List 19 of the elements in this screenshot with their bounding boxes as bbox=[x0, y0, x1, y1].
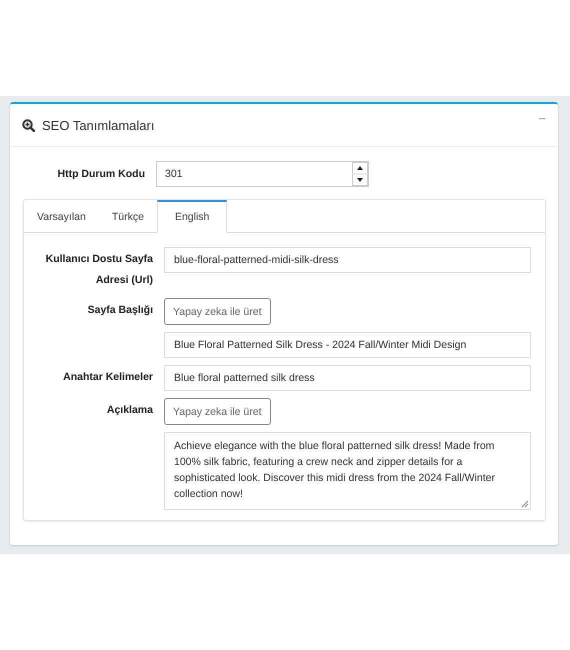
spinner-arrows-icon[interactable] bbox=[352, 162, 368, 186]
field-label: Açıklama bbox=[106, 403, 153, 418]
resize-handle-icon[interactable] bbox=[521, 500, 529, 508]
text-field[interactable]: blue-floral-patterned-midi-silk-dress bbox=[164, 247, 531, 273]
panel-title: SEO Tanımlamaları bbox=[42, 118, 156, 132]
field-label: Http Durum Kodu bbox=[56, 168, 145, 180]
field-label: Kullanıcı Dostu Sayfa Adresi (Url) bbox=[44, 252, 153, 288]
tab[interactable]: Türkçe bbox=[98, 200, 157, 233]
text-field[interactable]: Blue Floral Patterned Silk Dress - 2024 Fall/Winter Midi Design bbox=[164, 332, 531, 358]
textarea-field[interactable]: Achieve elegance with the blue floral patterned silk dress! Made from 100% silk fabric, featuring a crew neck and zipper details for a sophisticated look. Discover this midi dress from the 2024 Fall/Winter collection now! bbox=[164, 432, 531, 510]
text-field[interactable]: Blue floral patterned silk dress bbox=[164, 365, 531, 391]
field-label: Anahtar Kelimeler bbox=[62, 370, 153, 385]
tab[interactable]: English bbox=[156, 200, 228, 233]
generate-button[interactable]: Yapay zeka ile üret bbox=[164, 398, 271, 425]
zoom-in-icon bbox=[22, 118, 35, 132]
field-label: Sayfa Başlığı bbox=[86, 303, 153, 318]
number-field[interactable]: 301 bbox=[156, 161, 369, 187]
tab[interactable]: Varsayılan bbox=[24, 200, 99, 233]
generate-button[interactable]: Yapay zeka ile üret bbox=[164, 298, 271, 325]
